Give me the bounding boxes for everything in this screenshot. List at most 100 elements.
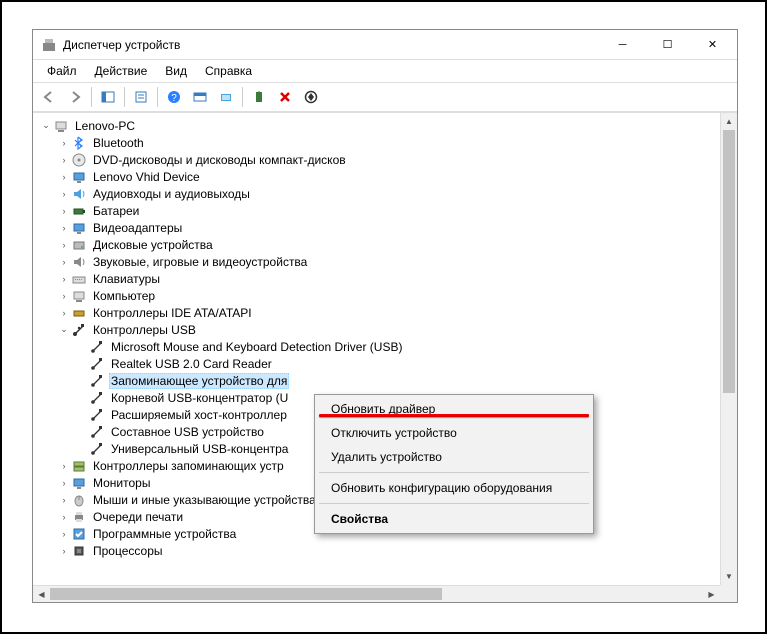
tree-root[interactable]: ⌄Lenovo-PC [33,117,720,134]
tree-item-label: Корневой USB-концентратор (U [109,391,290,405]
pc-icon [53,118,69,134]
scan-hardware-button[interactable] [214,85,238,109]
titlebar: Диспетчер устройств ─ ☐ ✕ [33,30,737,60]
tree-item-label: Процессоры [91,544,165,558]
software-icon [71,526,87,542]
context-menu-item-4[interactable]: Обновить конфигурацию оборудования [317,476,591,500]
context-menu-item-0[interactable]: Обновить драйвер [317,397,591,421]
chevron-right-icon[interactable]: › [57,510,71,524]
disc-icon [71,152,87,168]
tree-item-label: Очереди печати [91,510,185,524]
menu-action[interactable]: Действие [87,62,156,80]
svg-text:?: ? [171,93,177,104]
horizontal-scrollbar[interactable]: ◀ ▶ [33,585,720,602]
context-menu-item-6[interactable]: Свойства [317,507,591,531]
tree-category-2[interactable]: ›Lenovo Vhid Device [33,168,720,185]
tree-item-label: Компьютер [91,289,157,303]
tree-category-3[interactable]: ›Аудиовходы и аудиовыходы [33,185,720,202]
audio-icon [71,186,87,202]
tree-category-11[interactable]: ⌄Контроллеры USB [33,321,720,338]
chevron-right-icon[interactable]: › [57,289,71,303]
tree-category-9[interactable]: › Компьютер [33,287,720,304]
display-icon [71,220,87,236]
mouse-icon [71,492,87,508]
tree-item-label: Батареи [91,204,141,218]
tree-item-label: Bluetooth [91,136,146,150]
tree-device-11-2[interactable]: Запоминающее устройство для [33,372,720,389]
menu-help[interactable]: Справка [197,62,260,80]
monitor2-icon [71,475,87,491]
tree-item-label: Расширяемый хост-контроллер [109,408,289,422]
usbdev-icon [89,373,105,389]
scroll-up-button[interactable]: ▲ [721,113,737,130]
usb-icon [71,322,87,338]
minimize-button[interactable]: ─ [600,31,645,59]
chevron-right-icon[interactable]: › [57,476,71,490]
chevron-right-icon[interactable]: › [57,527,71,541]
uninstall-button[interactable] [273,85,297,109]
tree-category-17[interactable]: › Процессоры [33,542,720,559]
chevron-right-icon[interactable]: › [57,221,71,235]
vertical-scrollbar[interactable]: ▲ ▼ [720,113,737,585]
battery-icon [71,203,87,219]
ide-icon [71,305,87,321]
scroll-down-button[interactable]: ▼ [721,568,737,585]
tree-item-label: Мыши и иные указывающие устройства [91,493,318,507]
tree-category-6[interactable]: › Дисковые устройства [33,236,720,253]
tree-category-5[interactable]: ›Видеоадаптеры [33,219,720,236]
tree-item-label: Составное USB устройство [109,425,266,439]
chevron-right-icon[interactable]: › [57,306,71,320]
chevron-right-icon[interactable]: › [57,153,71,167]
usbdev-icon [89,390,105,406]
show-hide-console-tree-button[interactable] [96,85,120,109]
chevron-right-icon[interactable]: › [57,493,71,507]
tree-device-11-0[interactable]: Microsoft Mouse and Keyboard Detection D… [33,338,720,355]
scroll-left-button[interactable]: ◀ [33,586,50,602]
maximize-button[interactable]: ☐ [645,31,690,59]
tree-item-label: Звуковые, игровые и видеоустройства [91,255,309,269]
context-menu-item-1[interactable]: Отключить устройство [317,421,591,445]
bluetooth-icon [71,135,87,151]
tree-category-0[interactable]: › Bluetooth [33,134,720,151]
tree-item-label: Запоминающее устройство для [109,373,289,389]
chevron-down-icon[interactable]: ⌄ [57,323,71,337]
tree-category-1[interactable]: ›DVD-дисководы и дисководы компакт-диско… [33,151,720,168]
tree-category-8[interactable]: ›Клавиатуры [33,270,720,287]
properties-toolbar-button[interactable] [129,85,153,109]
disable-button[interactable] [299,85,323,109]
chevron-down-icon[interactable]: ⌄ [39,119,53,133]
chevron-right-icon[interactable]: › [57,255,71,269]
chevron-right-icon[interactable]: › [57,544,71,558]
tree-category-10[interactable]: ›Контроллеры IDE ATA/ATAPI [33,304,720,321]
update-driver-button[interactable] [247,85,271,109]
menu-view[interactable]: Вид [157,62,195,80]
help-button[interactable]: ? [162,85,186,109]
chevron-right-icon[interactable]: › [57,459,71,473]
scroll-right-button[interactable]: ▶ [703,586,720,602]
tree-category-4[interactable]: › Батареи [33,202,720,219]
tree-device-11-1[interactable]: Realtek USB 2.0 Card Reader [33,355,720,372]
monitor-icon [71,169,87,185]
action-toolbar-button[interactable] [188,85,212,109]
chevron-right-icon[interactable]: › [57,272,71,286]
chevron-right-icon[interactable]: › [57,170,71,184]
chevron-right-icon[interactable]: › [57,204,71,218]
tree-category-7[interactable]: › Звуковые, игровые и видеоустройства [33,253,720,270]
tree-item-label: Мониторы [91,476,152,490]
tree-item-label: Дисковые устройства [91,238,215,252]
scroll-thumb-h[interactable] [50,588,442,600]
tree-item-label: Realtek USB 2.0 Card Reader [109,357,274,371]
chevron-right-icon[interactable]: › [57,136,71,150]
back-button[interactable] [37,85,61,109]
scroll-thumb[interactable] [723,130,735,393]
context-menu-item-2[interactable]: Удалить устройство [317,445,591,469]
storage-icon [71,458,87,474]
app-icon [41,37,57,53]
chevron-right-icon[interactable]: › [57,238,71,252]
usbdev-icon [89,407,105,423]
forward-button[interactable] [63,85,87,109]
chevron-right-icon[interactable]: › [57,187,71,201]
menubar: Файл Действие Вид Справка [33,60,737,82]
close-button[interactable]: ✕ [690,31,735,59]
menu-file[interactable]: Файл [39,62,85,80]
